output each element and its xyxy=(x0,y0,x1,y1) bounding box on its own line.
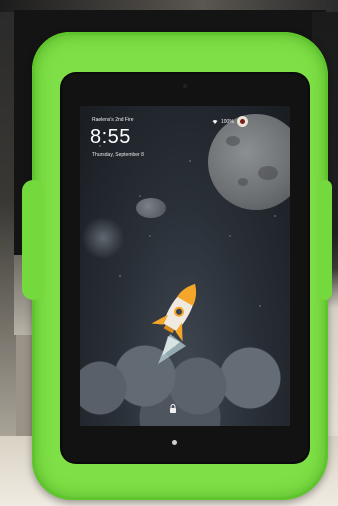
front-camera xyxy=(183,84,187,88)
nebula-illustration xyxy=(80,218,126,258)
lock-date: Thursday, September 8 xyxy=(92,152,144,158)
profile-avatar-icon[interactable] xyxy=(236,116,248,127)
home-indicator[interactable] xyxy=(172,440,177,445)
battery-percent: 100% xyxy=(221,118,234,125)
rocket-illustration xyxy=(151,284,197,364)
small-planet-illustration xyxy=(136,198,166,218)
case-bumper-left xyxy=(22,180,44,300)
lock-clock: 8:55 xyxy=(90,126,131,148)
lock-screen[interactable]: Raelens's 2nd Fire 100% 8:55 Thursday, S… xyxy=(80,106,290,426)
device-owner-label: Raelens's 2nd Fire xyxy=(92,117,134,123)
lock-icon[interactable] xyxy=(169,404,177,413)
status-bar-right: 100% xyxy=(212,116,248,127)
wifi-icon xyxy=(212,119,218,124)
case-bumper-right xyxy=(318,180,332,300)
